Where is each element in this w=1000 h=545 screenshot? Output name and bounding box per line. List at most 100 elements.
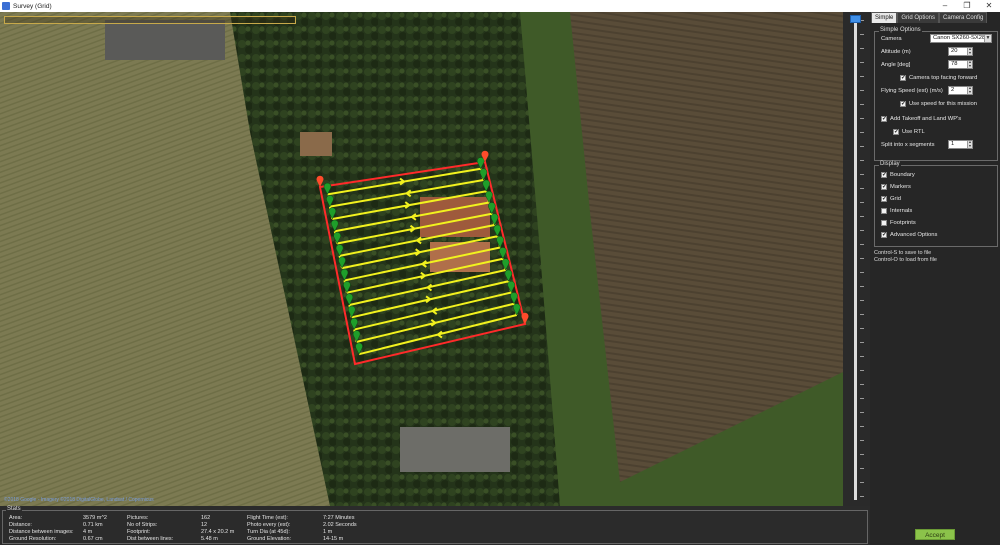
split-value: 1 xyxy=(951,141,955,147)
tab-camera-config[interactable]: Camera Config xyxy=(939,12,988,23)
window-controls: – ❐ ✕ xyxy=(934,0,1000,12)
display-option-row[interactable]: Markers xyxy=(881,182,911,192)
display-option-checkbox[interactable] xyxy=(881,195,887,202)
display-option-row[interactable]: Footprints xyxy=(881,218,916,228)
altitude-spinner[interactable]: ▲ ▼ xyxy=(967,47,972,55)
tab-grid-options[interactable]: Grid Options xyxy=(897,12,940,23)
angle-row: Angle [deg] xyxy=(881,60,910,70)
display-option-row[interactable]: Advanced Options xyxy=(881,230,937,240)
stat-value: 162 xyxy=(201,515,211,521)
tab-simple[interactable]: Simple xyxy=(871,12,898,23)
camera-top-facing-label: Camera top facing forward xyxy=(909,75,978,81)
stat-label: Area: xyxy=(9,515,23,521)
stat-value: 14-15 m xyxy=(323,536,344,542)
settings-panel: Simple Grid Options Camera Config Simple… xyxy=(870,12,1000,545)
stat-label: Flight Time (est): xyxy=(247,515,288,521)
display-option-label: Footprints xyxy=(890,220,916,226)
app-icon xyxy=(2,2,10,10)
flying-speed-input[interactable]: 2 ▲ ▼ xyxy=(948,86,973,95)
angle-spinner[interactable]: ▲ ▼ xyxy=(967,60,972,68)
display-option-checkbox[interactable] xyxy=(881,183,887,190)
tab-bar: Simple Grid Options Camera Config xyxy=(870,12,1000,23)
window-title: Survey (Grid) xyxy=(13,2,52,10)
camera-top-facing-checkbox[interactable] xyxy=(900,74,906,81)
stat-value: 7:27 Minutes xyxy=(323,515,355,521)
stat-label: Distance between images: xyxy=(9,529,74,535)
load-hint: Control-O to load from file xyxy=(874,257,937,263)
minimize-button[interactable]: – xyxy=(934,0,956,12)
building-top xyxy=(105,20,225,60)
use-speed-label: Use speed for this mission xyxy=(909,101,977,107)
flying-speed-value: 2 xyxy=(951,87,955,93)
altitude-value: 20 xyxy=(951,48,958,54)
stat-value: 4 m xyxy=(83,529,93,535)
display-option-row[interactable]: Grid xyxy=(881,194,901,204)
building-bottom xyxy=(400,427,510,472)
altitude-label: Altitude (m) xyxy=(881,49,911,55)
camera-select[interactable]: Canon SX260-SX280 ▼ xyxy=(930,34,992,43)
title-bar: Survey (Grid) – ❐ ✕ xyxy=(0,0,1000,12)
split-input[interactable]: 1 ▲ ▼ xyxy=(948,140,973,149)
zoom-slider[interactable] xyxy=(843,12,870,506)
maximize-button[interactable]: ❐ xyxy=(956,0,978,12)
camera-select-value: Canon SX260-SX280 xyxy=(933,35,989,41)
display-option-row[interactable]: Internals xyxy=(881,206,912,216)
stats-box: Stats Area: 3579 m^2 Distance: 0.71 km Dista… xyxy=(2,506,868,544)
altitude-row: Altitude (m) xyxy=(881,47,911,57)
stat-value: 3579 m^2 xyxy=(83,515,107,521)
chevron-down-icon[interactable]: ▼ xyxy=(984,35,991,42)
display-option-label: Advanced Options xyxy=(890,232,938,238)
split-row: Split into x segments xyxy=(881,140,935,150)
flying-speed-row: Flying Speed (est) (m/s) xyxy=(881,86,943,96)
simple-options-legend: Simple Options xyxy=(879,27,922,33)
flying-speed-label: Flying Speed (est) (m/s) xyxy=(881,88,943,94)
stat-label: Pictures: xyxy=(127,515,149,521)
map-canvas[interactable] xyxy=(0,12,843,506)
simple-options-group: Simple Options Camera Canon SX260-SX280 … xyxy=(874,27,998,161)
split-spinner[interactable]: ▲ ▼ xyxy=(967,140,972,148)
altitude-input[interactable]: 20 ▲ ▼ xyxy=(948,47,973,56)
use-speed-row[interactable]: Use speed for this mission xyxy=(900,99,977,109)
rtl-row[interactable]: Use RTL xyxy=(893,127,925,137)
stat-label: Footprint: xyxy=(127,529,151,535)
zoom-ticks xyxy=(860,20,864,500)
takeoff-row[interactable]: Add Takeoff and Land WP's xyxy=(881,114,961,124)
stat-value: 2.02 Seconds xyxy=(323,522,357,528)
flying-speed-spinner[interactable]: ▲ ▼ xyxy=(967,86,972,94)
display-legend: Display xyxy=(879,161,901,167)
stat-value: 0.67 cm xyxy=(83,536,103,542)
stat-value: 0.71 km xyxy=(83,522,103,528)
building-shed xyxy=(300,132,332,156)
stat-label: Distance: xyxy=(9,522,32,528)
display-option-label: Boundary xyxy=(890,172,915,178)
satellite-map[interactable]: ©2018 Google - Imagery ©2018 DigitalGlob… xyxy=(0,12,843,506)
stat-value: 12 xyxy=(201,522,208,528)
stats-legend: Stats xyxy=(6,506,22,512)
map-attribution: ©2018 Google - Imagery ©2018 DigitalGlob… xyxy=(4,497,154,503)
takeoff-checkbox[interactable] xyxy=(881,115,887,122)
camera-top-facing-row[interactable]: Camera top facing forward xyxy=(900,73,977,83)
display-option-checkbox[interactable] xyxy=(881,231,887,238)
display-option-row[interactable]: Boundary xyxy=(881,170,915,180)
zoom-track[interactable] xyxy=(854,20,857,500)
display-option-checkbox[interactable] xyxy=(881,220,887,226)
use-speed-checkbox[interactable] xyxy=(900,100,906,107)
map-loading-bar xyxy=(4,16,296,24)
display-option-checkbox[interactable] xyxy=(881,171,887,178)
accept-button[interactable]: Accept xyxy=(915,529,955,540)
angle-value: 78 xyxy=(951,61,958,67)
stat-value: 5.48 m xyxy=(201,536,218,542)
rtl-label: Use RTL xyxy=(902,129,925,135)
rtl-checkbox[interactable] xyxy=(893,128,899,135)
camera-label: Camera xyxy=(881,36,902,42)
angle-label: Angle [deg] xyxy=(881,62,911,68)
angle-input[interactable]: 78 ▲ ▼ xyxy=(948,60,973,69)
stat-label: Ground Resolution: xyxy=(9,536,57,542)
stat-label: Photo every (est): xyxy=(247,522,291,528)
stat-value: 27.4 x 20.2 m xyxy=(201,529,235,535)
display-group: Display Boundary Markers Grid Internals Foot… xyxy=(874,161,998,247)
close-button[interactable]: ✕ xyxy=(978,0,1000,12)
zoom-thumb[interactable] xyxy=(850,15,861,23)
stats-panel: Stats Area: 3579 m^2 Distance: 0.71 km Dista… xyxy=(0,506,870,545)
display-option-checkbox[interactable] xyxy=(881,208,887,214)
